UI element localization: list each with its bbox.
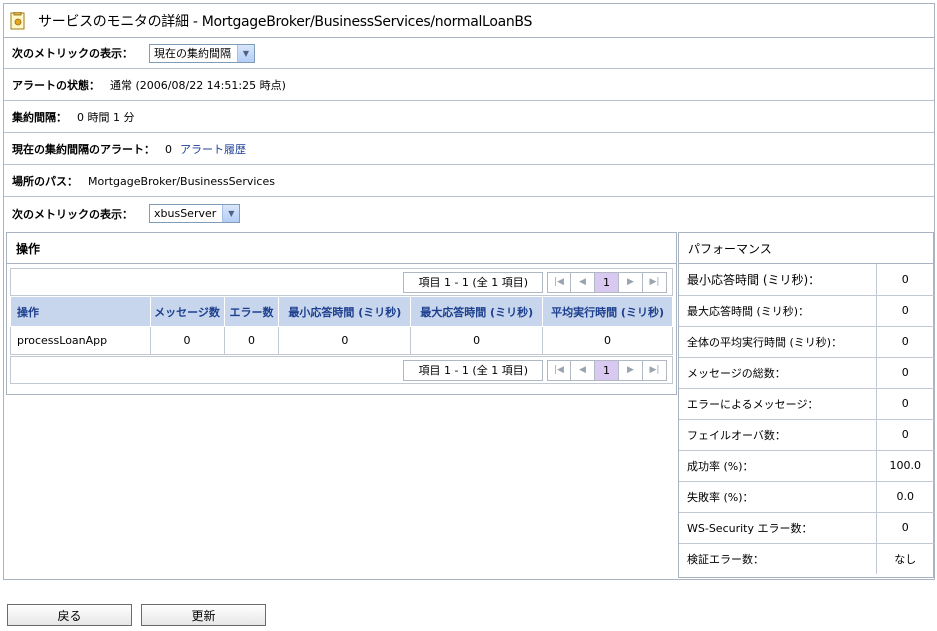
pager-info: 項目 1 - 1 (全 1 項目) — [403, 359, 543, 381]
column-header[interactable]: 操作 — [10, 296, 151, 327]
metric-display-row-1: 次のメトリックの表示： 現在の集約間隔 ▼ — [4, 38, 934, 69]
chevron-down-icon: ▼ — [237, 44, 254, 62]
performance-value: 0 — [876, 295, 934, 327]
prev-page-icon[interactable]: ◀ — [571, 271, 595, 293]
table-cell: 0 — [542, 326, 673, 355]
alert-status-label: アラートの状態： — [12, 79, 100, 92]
performance-value: 100.0 — [876, 450, 934, 482]
column-header[interactable]: 最大応答時間 (ミリ秒) — [410, 296, 544, 327]
performance-label: メッセージの総数： — [679, 357, 877, 389]
performance-row: 検証エラー数： なし — [679, 543, 934, 574]
table-cell: 0 — [278, 326, 412, 355]
monitor-detail-frame: サービスのモニタの詳細 - MortgageBroker/BusinessSer… — [3, 3, 935, 580]
performance-label: エラーによるメッセージ： — [679, 388, 877, 420]
current-alerts-label: 現在の集約間隔のアラート： — [12, 143, 155, 156]
aggregation-interval-label: 集約間隔： — [12, 111, 67, 124]
performance-row: メッセージの総数： 0 — [679, 357, 934, 389]
metric-display-label-2: 次のメトリックの表示： — [12, 207, 133, 221]
column-header[interactable]: メッセージ数 — [149, 296, 225, 327]
server-select[interactable]: xbusServer ▼ — [149, 204, 241, 223]
operations-pager-bottom: 項目 1 - 1 (全 1 項目) |◀ ◀ 1 ▶ ▶| — [10, 356, 673, 384]
location-path-row: 場所のパス： MortgageBroker/BusinessServices — [4, 166, 934, 197]
performance-value: 0 — [876, 357, 934, 389]
performance-label: 検証エラー数： — [679, 543, 877, 574]
first-page-icon[interactable]: |◀ — [547, 359, 571, 381]
table-cell: 0 — [149, 326, 225, 355]
performance-title: パフォーマンス — [679, 233, 933, 264]
performance-value: 0 — [876, 512, 934, 544]
current-page[interactable]: 1 — [595, 359, 619, 381]
table-cell: processLoanApp — [10, 326, 151, 355]
refresh-button[interactable]: 更新 — [141, 604, 266, 626]
performance-label: 最大応答時間 (ミリ秒)： — [679, 295, 877, 327]
current-alerts-count: 0 — [165, 142, 172, 156]
performance-value: なし — [894, 552, 917, 566]
chevron-down-icon: ▼ — [222, 205, 240, 222]
performance-label: 成功率 (%)： — [679, 450, 877, 482]
current-alerts-row: 現在の集約間隔のアラート： 0 アラート履歴 — [4, 134, 934, 165]
table-header-row: 操作 メッセージ数 エラー数 最小応答時間 (ミリ秒) 最大応答時間 (ミリ秒)… — [10, 296, 673, 327]
performance-row: 全体の平均実行時間 (ミリ秒)： 0 — [679, 326, 934, 358]
table-cell: 0 — [410, 326, 544, 355]
last-page-icon[interactable]: ▶| — [643, 359, 667, 381]
page-title: サービスのモニタの詳細 - MortgageBroker/BusinessSer… — [38, 13, 533, 30]
performance-row: 最小応答時間 (ミリ秒)： 0 — [679, 264, 934, 296]
performance-row: 最大応答時間 (ミリ秒)： 0 — [679, 295, 934, 327]
aggregation-interval-value: 0 時間 1 分 — [77, 111, 135, 124]
table-row: processLoanApp 0 0 0 0 0 — [10, 326, 673, 355]
column-header[interactable]: 平均実行時間 (ミリ秒) — [542, 296, 673, 327]
alert-status-value: 通常 (2006/08/22 14:51:25 時点) — [110, 79, 286, 92]
metric-display-row-2: 次のメトリックの表示： xbusServer ▼ — [4, 198, 934, 229]
performance-table: 最小応答時間 (ミリ秒)： 0 最大応答時間 (ミリ秒)： 0 全体の平均実行時間 (ミ… — [679, 264, 934, 574]
prev-page-icon[interactable]: ◀ — [571, 359, 595, 381]
performance-value: 0 — [876, 264, 934, 296]
performance-row: 成功率 (%)： 100.0 — [679, 450, 934, 482]
next-page-icon[interactable]: ▶ — [619, 271, 643, 293]
performance-value: 0 — [876, 326, 934, 358]
operations-panel: 操作 項目 1 - 1 (全 1 項目) |◀ ◀ 1 ▶ ▶| 操作 メッセー… — [6, 232, 677, 395]
performance-panel: パフォーマンス 最小応答時間 (ミリ秒)： 0 最大応答時間 (ミリ秒)： 0 全体の平… — [678, 232, 934, 578]
column-header[interactable]: エラー数 — [223, 296, 280, 327]
alert-history-link[interactable]: アラート履歴 — [180, 141, 246, 157]
performance-value: 0.0 — [876, 481, 934, 513]
monitor-detail-icon — [10, 11, 26, 30]
performance-label: 最小応答時間 (ミリ秒)： — [679, 264, 877, 296]
first-page-icon[interactable]: |◀ — [547, 271, 571, 293]
current-page[interactable]: 1 — [595, 271, 619, 293]
table-cell: 0 — [223, 326, 280, 355]
column-header[interactable]: 最小応答時間 (ミリ秒) — [278, 296, 412, 327]
performance-row: WS-Security エラー数： 0 — [679, 512, 934, 544]
next-page-icon[interactable]: ▶ — [619, 359, 643, 381]
performance-value: 0 — [876, 388, 934, 420]
metric-display-label: 次のメトリックの表示： — [12, 47, 133, 60]
location-path-label: 場所のパス： — [12, 175, 78, 188]
metric-interval-select[interactable]: 現在の集約間隔 ▼ — [149, 43, 255, 63]
alert-status-row: アラートの状態： 通常 (2006/08/22 14:51:25 時点) — [4, 70, 934, 101]
last-page-icon[interactable]: ▶| — [643, 271, 667, 293]
title-bar: サービスのモニタの詳細 - MortgageBroker/BusinessSer… — [4, 4, 934, 38]
aggregation-interval-row: 集約間隔： 0 時間 1 分 — [4, 102, 934, 133]
performance-label: WS-Security エラー数： — [679, 512, 877, 544]
performance-row: 失敗率 (%)： 0.0 — [679, 481, 934, 513]
server-select-value: xbusServer — [154, 207, 217, 220]
operations-table: 操作 メッセージ数 エラー数 最小応答時間 (ミリ秒) 最大応答時間 (ミリ秒)… — [10, 296, 673, 355]
location-path-value: MortgageBroker/BusinessServices — [88, 174, 275, 188]
back-button[interactable]: 戻る — [7, 604, 132, 626]
performance-value: 0 — [876, 419, 934, 451]
performance-row: フェイルオーバ数： 0 — [679, 419, 934, 451]
operations-pager-top: 項目 1 - 1 (全 1 項目) |◀ ◀ 1 ▶ ▶| — [10, 268, 673, 296]
performance-label: 全体の平均実行時間 (ミリ秒)： — [679, 326, 877, 358]
metric-interval-value: 現在の集約間隔 — [154, 47, 231, 60]
operations-title: 操作 — [7, 233, 676, 264]
performance-label: フェイルオーバ数： — [679, 419, 877, 451]
performance-row: エラーによるメッセージ： 0 — [679, 388, 934, 420]
pager-info: 項目 1 - 1 (全 1 項目) — [403, 271, 543, 293]
performance-label: 失敗率 (%)： — [679, 481, 877, 513]
